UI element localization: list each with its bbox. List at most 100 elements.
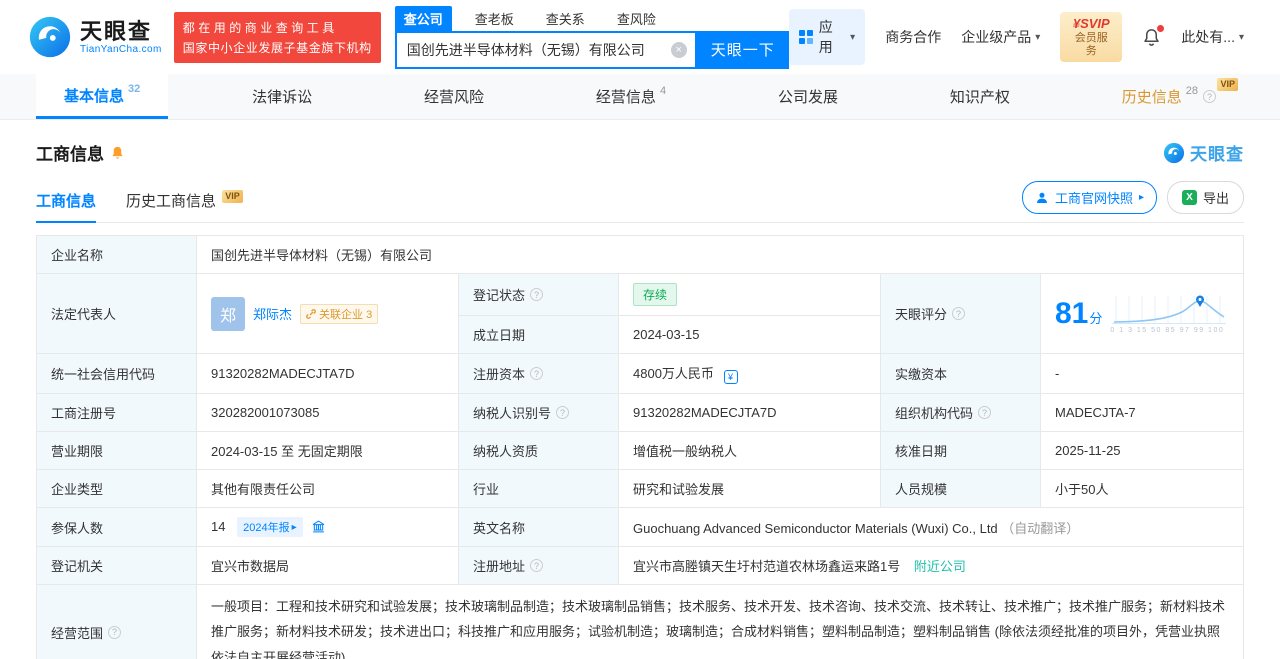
help-icon[interactable]: ?: [1202, 90, 1216, 103]
brand-name: 天眼查: [80, 18, 153, 44]
svip-member-badge[interactable]: ¥SVIP 会员服务: [1060, 12, 1123, 62]
help-icon[interactable]: ?: [530, 367, 544, 380]
export-button[interactable]: X 导出: [1166, 181, 1244, 214]
score-distribution-chart: [1112, 295, 1227, 324]
chevron-right-icon: ▸: [291, 521, 297, 533]
paid-capital-value: -: [1040, 353, 1244, 394]
clear-search-icon[interactable]: ×: [670, 41, 687, 58]
company-type-value: 其他有限责任公司: [196, 469, 459, 508]
official-snapshot-button[interactable]: 工商官网快照 ▸: [1021, 181, 1157, 214]
tab-operation-info[interactable]: 经营信息 4: [568, 74, 694, 119]
table-row: 企业类型 其他有限责任公司 行业 研究和试验发展 人员规模 小于50人: [36, 469, 1244, 508]
help-icon[interactable]: ?: [556, 406, 570, 419]
field-label: 参保人数: [36, 507, 197, 547]
social-insurance-agency-icon[interactable]: [312, 520, 325, 533]
tab-label: 经营风险: [424, 89, 485, 106]
help-icon[interactable]: ?: [530, 288, 544, 301]
field-label: 实缴资本: [880, 353, 1041, 394]
help-icon[interactable]: ?: [530, 559, 544, 572]
tab-count: 4: [659, 84, 667, 97]
est-date-value: 2024-03-15: [618, 315, 881, 354]
business-cooperation-link[interactable]: 商务合作: [885, 27, 941, 47]
tianyancha-logo[interactable]: 天眼查 TianYanCha.com: [28, 15, 162, 59]
page: 天眼查 TianYanCha.com 都在用的商业查询工具 国家中小企业发展子基…: [0, 0, 1280, 659]
tab-count: 28: [1185, 84, 1198, 97]
auto-translate-note: （自动翻译）: [1001, 520, 1080, 536]
approve-date-value: 2025-11-25: [1040, 431, 1244, 470]
term-value: 2024-03-15 至 无固定期限: [196, 431, 459, 470]
address-cell: 宜兴市高塍镇天生圩村范道农林场鑫运来路1号 附近公司: [618, 546, 1244, 585]
table-row: 统一社会信用代码 91320282MADECJTA7D 注册资本? 4800万人…: [36, 353, 1244, 394]
help-icon[interactable]: ?: [952, 307, 966, 320]
search-tabs: 查公司 查老板 查关系 查风险: [394, 5, 789, 31]
score-pin-icon: [1196, 295, 1205, 307]
related-companies-badge[interactable]: 关联企业 3: [300, 303, 379, 324]
search-tab-relation[interactable]: 查关系: [537, 6, 594, 31]
table-row: 法定代表人 郑 郑际杰 关联企业 3 登记状态 ? 存续 天眼评分 ? 81分 …: [36, 273, 1244, 354]
snapshot-button-label: 工商官网快照: [1054, 191, 1133, 206]
tab-label: 基本信息: [64, 87, 125, 105]
field-label: 纳税人识别号?: [458, 393, 619, 432]
search-box: ×: [394, 30, 697, 69]
tab-label: 法律诉讼: [252, 89, 313, 106]
user-menu[interactable]: 此处有... ▾: [1181, 27, 1244, 47]
chevron-down-icon: ▾: [1035, 31, 1041, 43]
en-name-value: Guochuang Advanced Semiconductor Materia…: [633, 520, 998, 536]
subtab-business-info[interactable]: 工商信息: [36, 190, 97, 223]
tab-operation-risk[interactable]: 经营风险: [396, 74, 512, 119]
field-label: 营业期限: [36, 431, 197, 470]
field-label: 经营范围?: [36, 583, 197, 659]
notice-bell-icon[interactable]: [110, 145, 125, 161]
tianyancha-watermark-icon: [1163, 142, 1185, 164]
score-value[interactable]: 81分: [1055, 298, 1102, 329]
brand-domain: TianYanCha.com: [80, 43, 162, 55]
tianyancha-logo-icon: [28, 15, 72, 59]
business-info-table: 企业名称 国创先进半导体材料（无锡）有限公司 法定代表人 郑 郑际杰 关联企业 …: [36, 235, 1244, 659]
field-label: 登记机关: [36, 546, 197, 585]
search-button[interactable]: 天眼一下: [696, 30, 789, 69]
apps-label: 应用: [818, 19, 833, 55]
tab-intellectual-property[interactable]: 知识产权: [922, 74, 1038, 119]
search-tab-risk[interactable]: 查风险: [608, 6, 665, 31]
credit-code-value: 91320282MADECJTA7D: [196, 353, 459, 394]
industry-value: 研究和试验发展: [618, 469, 881, 508]
help-icon[interactable]: ?: [978, 406, 992, 419]
reg-capital-value: 4800万人民币: [633, 366, 714, 381]
field-label: 工商注册号: [36, 393, 197, 432]
reg-status-cell: 存续: [618, 273, 881, 316]
search-tab-company[interactable]: 查公司: [394, 5, 452, 31]
legal-rep-link[interactable]: 郑际杰: [253, 304, 292, 323]
field-label: 核准日期: [880, 431, 1041, 470]
tab-history-info[interactable]: VIP 历史信息 28 ?: [1094, 74, 1244, 119]
notification-dot: [1157, 25, 1165, 32]
export-button-label: 导出: [1202, 191, 1229, 206]
header-right-nav: 应用 ▾ 商务合作 企业级产品 ▾ ¥SVIP 会员服务 此处有... ▾: [788, 9, 1244, 65]
help-icon[interactable]: ?: [108, 625, 122, 639]
excel-icon: X: [1181, 190, 1197, 205]
avatar[interactable]: 郑: [211, 296, 245, 331]
yuan-icon: ¥: [1072, 16, 1081, 32]
user-menu-label: 此处有...: [1181, 29, 1235, 45]
subtab-history-business-info[interactable]: 历史工商信息 VIP: [126, 190, 243, 222]
svip-member-label: 会员服务: [1074, 31, 1108, 57]
tab-basic-info[interactable]: 基本信息 32: [36, 74, 169, 119]
tab-legal-lawsuits[interactable]: 法律诉讼: [224, 74, 340, 119]
field-label: 组织机构代码?: [880, 393, 1041, 432]
enterprise-products-menu[interactable]: 企业级产品 ▾: [961, 27, 1040, 47]
apps-menu[interactable]: 应用 ▾: [788, 9, 866, 65]
search-area: 查公司 查老板 查关系 查风险 × 天眼一下: [394, 5, 789, 69]
enterprise-products-label: 企业级产品: [961, 29, 1032, 45]
promo-banner: 都在用的商业查询工具 国家中小企业发展子基金旗下机构: [173, 11, 381, 63]
table-row: 工商注册号 320282001073085 纳税人识别号? 91320282MA…: [36, 393, 1244, 432]
currency-convert-icon[interactable]: ¥: [723, 370, 738, 384]
nearby-companies-link[interactable]: 附近公司: [914, 559, 966, 574]
business-scope-value: 一般项目：工程和技术研究和试验发展；技术玻璃制品制造；技术玻璃制品销售；技术服务…: [196, 583, 1244, 659]
notification-bell-icon[interactable]: [1142, 25, 1165, 47]
field-label: 注册地址?: [458, 546, 619, 585]
tab-company-development[interactable]: 公司发展: [750, 74, 866, 119]
annual-report-badge[interactable]: 2024年报 ▸: [237, 517, 303, 537]
vip-badge: VIP: [1217, 78, 1238, 91]
section-title: 工商信息: [36, 145, 104, 164]
search-tab-boss[interactable]: 查老板: [466, 6, 523, 31]
search-input[interactable]: [396, 41, 671, 58]
